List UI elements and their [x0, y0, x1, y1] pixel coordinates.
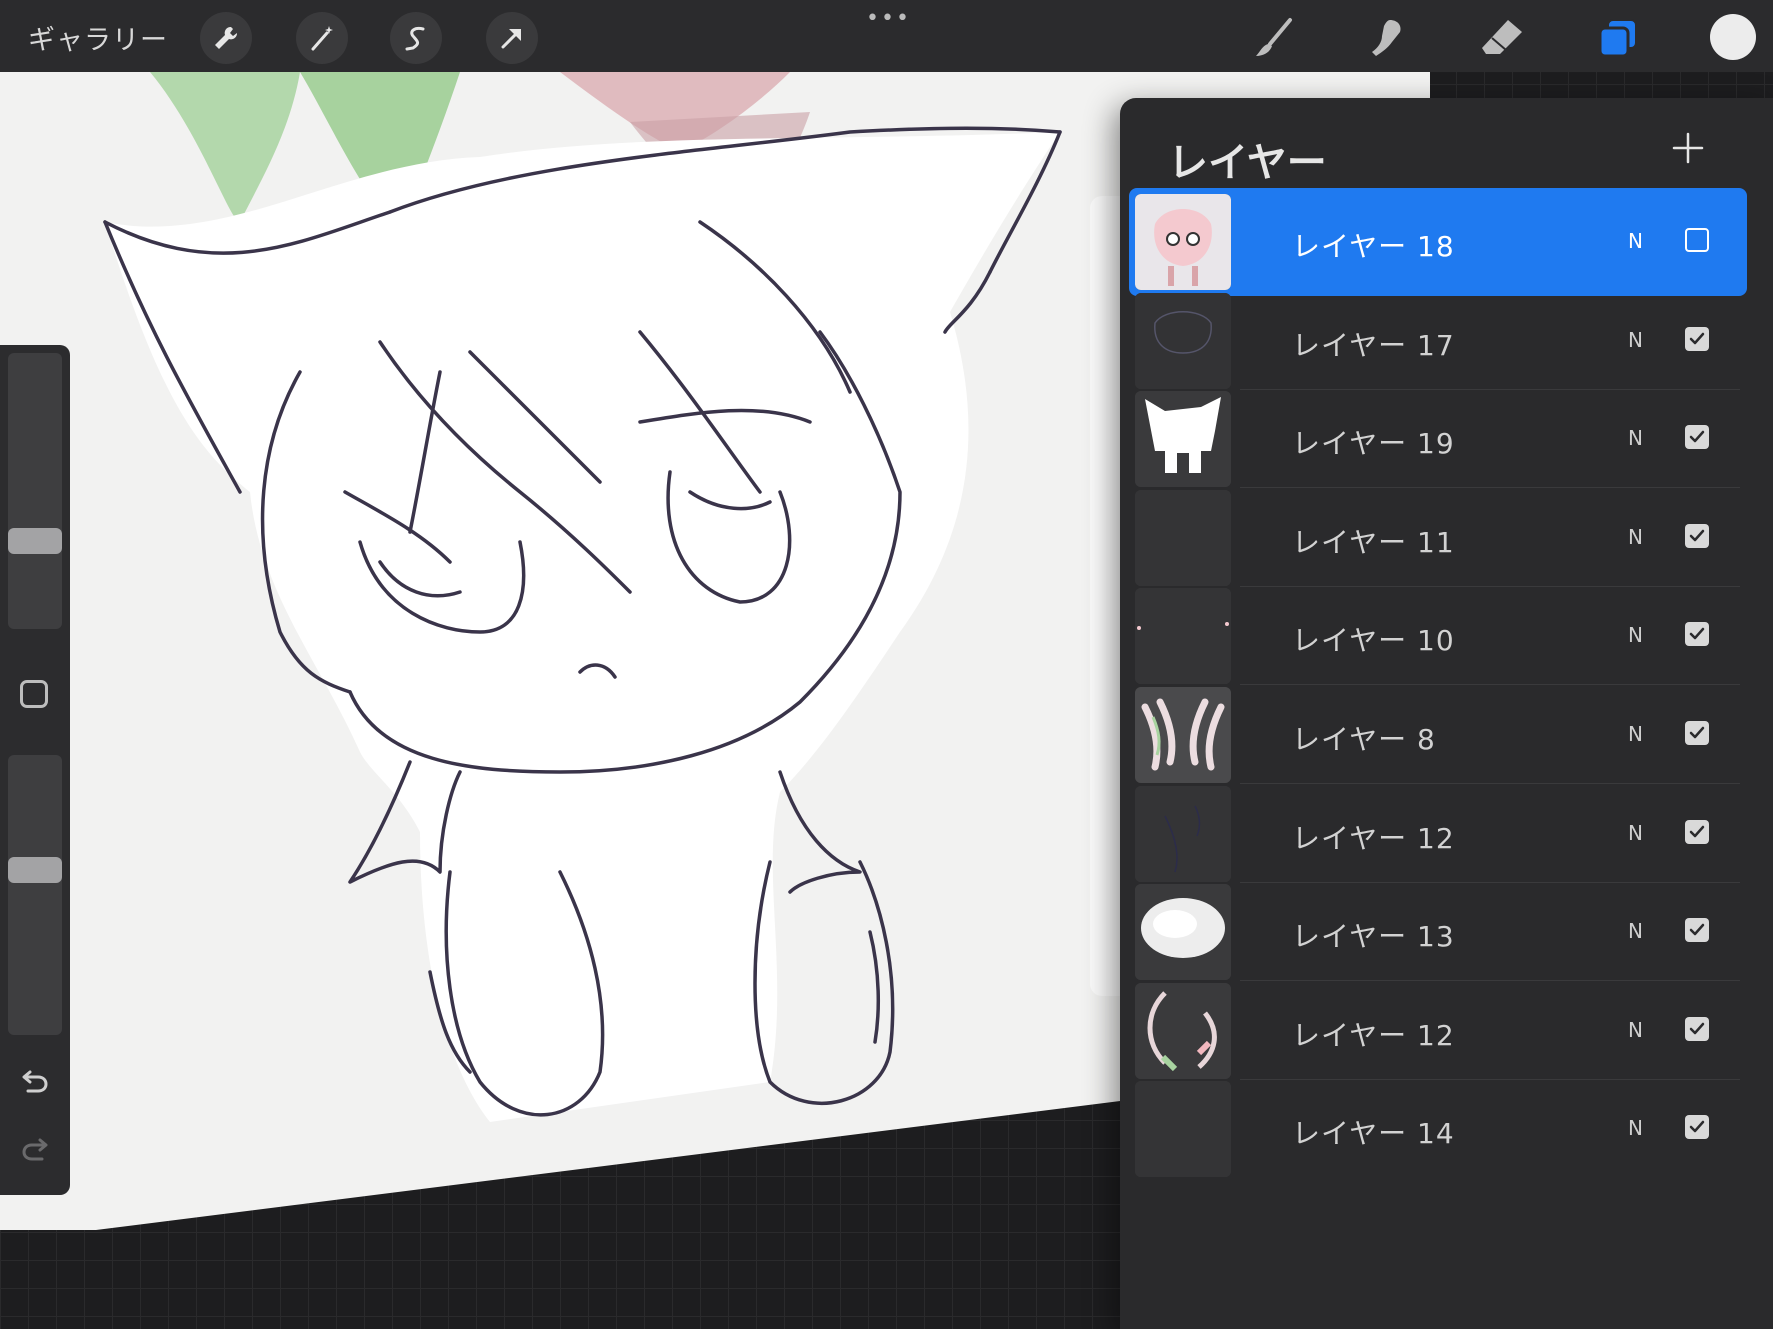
layer-row[interactable]: レイヤー 19 N: [1129, 385, 1747, 493]
layer-row[interactable]: レイヤー 14 N: [1129, 1075, 1747, 1183]
layer-row[interactable]: レイヤー 8 N: [1129, 681, 1747, 789]
opacity-slider[interactable]: [8, 755, 62, 1035]
layers-icon[interactable]: [1592, 12, 1644, 64]
layer-name: レイヤー 14: [1292, 1117, 1455, 1151]
layer-row[interactable]: レイヤー 10 N: [1129, 582, 1747, 690]
blend-mode-button[interactable]: N: [1628, 525, 1643, 549]
checkmark-icon: [1689, 1022, 1705, 1035]
blend-mode-button[interactable]: N: [1628, 722, 1643, 746]
visibility-checkbox[interactable]: [1685, 918, 1709, 943]
add-layer-icon[interactable]: [1668, 128, 1708, 168]
smudge-finger-icon[interactable]: [1360, 12, 1412, 64]
checkmark-icon: [1689, 628, 1705, 640]
layer-row[interactable]: レイヤー 17 N: [1129, 287, 1747, 395]
brush-size-slider[interactable]: [8, 353, 62, 629]
layer-name: レイヤー 18: [1292, 230, 1455, 263]
layer-thumbnail: [1135, 687, 1231, 783]
selection-s-icon[interactable]: [390, 12, 442, 64]
layer-thumbnail: [1135, 588, 1231, 685]
layer-name: レイヤー 8: [1292, 723, 1436, 756]
layers-panel: レイヤー レイヤー 18 N レイヤー 17 N レイヤー 19 N レイヤー 11 N レイヤ…: [1120, 98, 1773, 1329]
visibility-checkbox[interactable]: [1685, 326, 1709, 351]
blend-mode-button[interactable]: N: [1628, 328, 1643, 352]
canvas-drawing[interactable]: [0, 72, 1130, 1312]
transform-arrow-icon[interactable]: [486, 12, 538, 64]
layer-name: レイヤー 11: [1292, 525, 1455, 559]
adjustments-magic-wand-icon[interactable]: [296, 12, 348, 64]
blend-mode-button[interactable]: N: [1628, 919, 1643, 943]
actions-wrench-icon[interactable]: [200, 12, 252, 64]
more-options-icon[interactable]: •••: [866, 6, 911, 31]
checkmark-icon: [1689, 825, 1705, 837]
brush-size-thumb[interactable]: [8, 528, 62, 554]
eraser-icon[interactable]: [1476, 12, 1528, 64]
checkmark-icon: [1689, 726, 1705, 739]
layer-thumbnail: [1135, 884, 1231, 981]
layer-name: レイヤー 13: [1292, 920, 1455, 954]
checkmark-icon: [1689, 529, 1705, 542]
blend-mode-button[interactable]: N: [1628, 1116, 1643, 1140]
checkmark-icon: [1689, 1121, 1705, 1133]
layer-row[interactable]: レイヤー 12 N: [1129, 780, 1747, 888]
checkmark-icon: [1689, 430, 1705, 443]
blend-mode-button[interactable]: N: [1628, 1018, 1643, 1042]
layer-thumbnail: [1135, 489, 1231, 586]
undo-icon[interactable]: [18, 1065, 52, 1099]
visibility-checkbox[interactable]: [1685, 622, 1709, 647]
opacity-thumb[interactable]: [8, 856, 62, 883]
visibility-checkbox[interactable]: [1685, 425, 1709, 450]
modify-button[interactable]: [20, 680, 48, 708]
layer-name: レイヤー 12: [1292, 1018, 1455, 1052]
layer-thumbnail: [1135, 785, 1231, 882]
visibility-checkbox[interactable]: [1685, 523, 1709, 548]
layer-thumbnail: [1135, 194, 1231, 290]
layer-name: レイヤー 10: [1292, 624, 1455, 658]
layer-thumbnail: [1135, 982, 1231, 1079]
visibility-checkbox[interactable]: [1685, 228, 1709, 252]
layer-thumbnail: [1135, 1081, 1231, 1178]
checkmark-icon: [1689, 923, 1705, 936]
layer-thumbnail: [1135, 292, 1231, 389]
redo-icon[interactable]: [18, 1133, 52, 1167]
blend-mode-button[interactable]: N: [1628, 426, 1643, 450]
visibility-checkbox[interactable]: [1685, 1115, 1709, 1140]
layer-row[interactable]: レイヤー 18 N: [1129, 188, 1747, 296]
layer-row[interactable]: レイヤー 11 N: [1129, 484, 1747, 592]
layer-thumbnail: [1135, 391, 1231, 488]
top-toolbar: ギャラリー •••: [0, 0, 1773, 72]
blend-mode-button[interactable]: N: [1628, 623, 1643, 647]
visibility-checkbox[interactable]: [1685, 819, 1709, 844]
checkmark-icon: [1689, 332, 1705, 344]
visibility-checkbox[interactable]: [1685, 721, 1709, 745]
blend-mode-button[interactable]: N: [1628, 821, 1643, 845]
visibility-checkbox[interactable]: [1685, 1016, 1709, 1041]
blend-mode-button[interactable]: N: [1628, 229, 1643, 253]
layer-row[interactable]: レイヤー 12 N: [1129, 977, 1747, 1085]
color-picker-swatch[interactable]: [1710, 14, 1756, 60]
layer-name: レイヤー 12: [1292, 821, 1455, 855]
layer-name: レイヤー 19: [1292, 427, 1455, 461]
layer-name: レイヤー 17: [1292, 328, 1455, 362]
left-sidebar: [0, 345, 70, 1195]
layer-row[interactable]: レイヤー 13 N: [1129, 878, 1747, 986]
panel-title: レイヤー: [1168, 140, 1327, 186]
paintbrush-icon[interactable]: [1248, 12, 1300, 64]
gallery-button[interactable]: ギャラリー: [28, 18, 168, 57]
